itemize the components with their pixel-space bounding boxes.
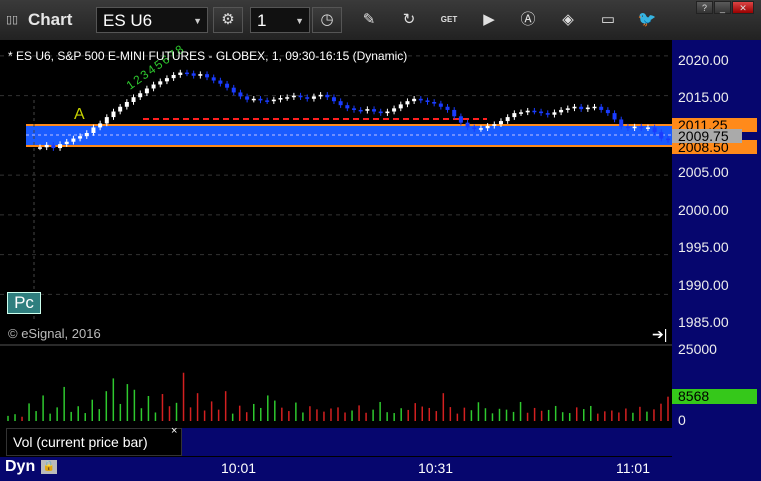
y-tick: 2015.00: [678, 89, 729, 105]
volume-panel-label[interactable]: Vol (current price bar): [6, 428, 182, 456]
time-label: 11:01: [616, 460, 650, 476]
window-icon: ▯▯: [6, 14, 19, 26]
volume-tab-strip: [182, 428, 672, 456]
time-label: 10:31: [418, 460, 454, 476]
y-tick: 2000.00: [678, 202, 729, 218]
vol-y-tick: 25000: [678, 341, 717, 357]
y-tick: 1995.00: [678, 239, 729, 255]
y-tick: 1985.00: [678, 314, 729, 330]
symbol-value: ES U6: [103, 11, 153, 30]
time-axis[interactable]: [0, 457, 672, 481]
tag-icon[interactable]: ◈: [557, 10, 579, 30]
clock-icon[interactable]: ◷: [312, 7, 342, 33]
chart-area[interactable]: [0, 40, 672, 457]
pc-marker[interactable]: Pc: [7, 292, 41, 314]
app-title: Chart: [28, 10, 73, 29]
get-label: GET: [440, 15, 458, 24]
interval-value: 1: [257, 11, 267, 30]
play-icon[interactable]: ▶: [478, 10, 500, 30]
y-tick: 2020.00: [678, 52, 729, 68]
close-button[interactable]: ✕: [732, 1, 754, 14]
symbol-input[interactable]: ES U6 ▼: [96, 7, 208, 33]
y-tick: 1990.00: [678, 277, 729, 293]
refresh-icon[interactable]: ↻: [398, 10, 420, 30]
gear-icon[interactable]: ⚙: [213, 7, 243, 33]
marker-a: A: [74, 106, 85, 123]
chevron-down-icon[interactable]: ▼: [295, 16, 304, 26]
y-tick: 2005.00: [678, 164, 729, 180]
get-icon[interactable]: GET: [438, 10, 460, 30]
volume-current-tag: 8568: [672, 389, 757, 404]
copyright: © eSignal, 2016: [8, 326, 101, 341]
lock-icon[interactable]: 🔒: [41, 460, 57, 474]
pencil-icon[interactable]: ✎: [358, 10, 380, 30]
time-label: 10:01: [221, 460, 257, 476]
vol-y-tick: 0: [678, 412, 686, 428]
chat-icon[interactable]: ▭: [597, 10, 619, 30]
chart-title: * ES U6, S&P 500 E-MINI FUTURES - GLOBEX…: [8, 49, 408, 63]
scroll-to-end-icon[interactable]: ➔|: [652, 326, 667, 343]
close-icon[interactable]: ×: [171, 425, 177, 437]
alert-icon[interactable]: Ⓐ: [517, 10, 539, 30]
minimize-button[interactable]: _: [714, 1, 731, 14]
dynamic-mode[interactable]: Dyn: [5, 458, 35, 476]
twitter-icon[interactable]: 🐦: [636, 10, 658, 30]
interval-input[interactable]: 1 ▼: [250, 7, 310, 33]
last-price-tag: 2009.75: [672, 129, 742, 143]
help-button[interactable]: ?: [696, 1, 713, 14]
chevron-down-icon[interactable]: ▼: [193, 16, 202, 26]
title-bar: ▯▯ Chart ES U6 ▼ ⚙ 1 ▼ ◷ ✎ ↻ GET ▶ Ⓐ ◈ ▭ 🐦…: [0, 0, 761, 41]
